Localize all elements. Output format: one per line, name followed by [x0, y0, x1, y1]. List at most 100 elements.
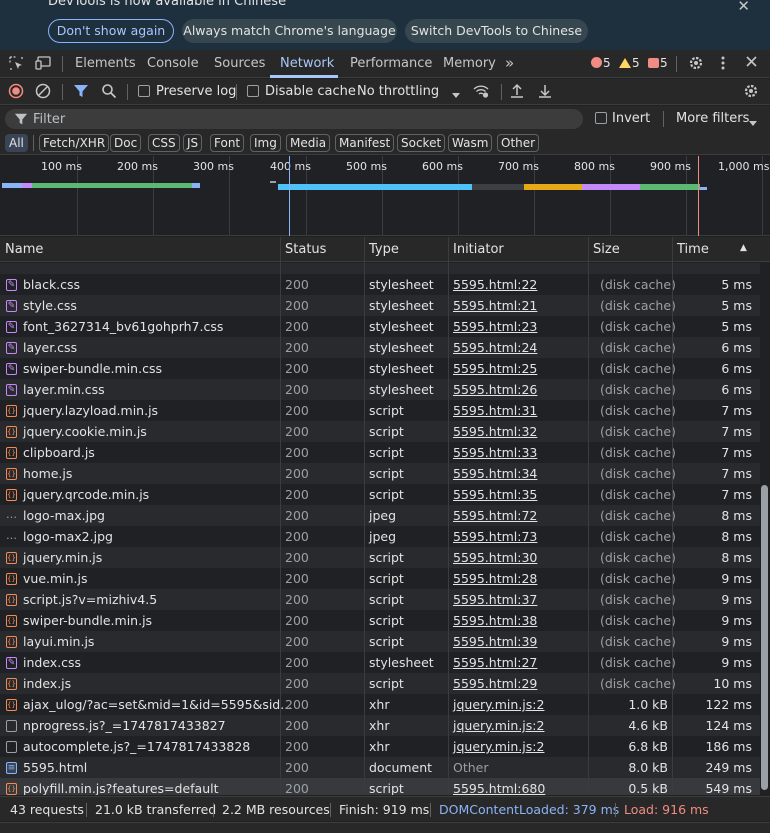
type-filter-all[interactable]: All [5, 134, 28, 152]
clear-log-icon[interactable] [35, 83, 51, 103]
request-initiator[interactable]: 5595.html:34 [453, 466, 537, 481]
sort-ascending-icon[interactable]: ▲ [740, 243, 747, 253]
bottom-drawer-tabbar[interactable] [0, 822, 770, 833]
request-initiator[interactable]: 5595.html:38 [453, 613, 537, 628]
device-toolbar-icon[interactable] [35, 55, 53, 75]
table-row[interactable] [0, 263, 760, 274]
type-filter-media[interactable]: Media [286, 134, 331, 152]
request-initiator[interactable]: 5595.html:30 [453, 550, 537, 565]
column-header-size[interactable]: Size [593, 242, 620, 257]
column-header-time[interactable]: Time [677, 242, 709, 257]
request-initiator[interactable]: jquery.min.js:2 [453, 718, 544, 733]
table-row[interactable]: {} clipboard.js 200 script 5595.html:33 (disk… [0, 442, 760, 463]
issue-count-badge[interactable]: 5 [648, 56, 668, 70]
table-row[interactable]: {} jquery.qrcode.min.js 200 script 5595.html… [0, 484, 760, 505]
request-initiator[interactable]: 5595.html:29 [453, 676, 537, 691]
network-conditions-icon[interactable] [472, 83, 490, 103]
table-row[interactable]: ✎ font_3627314_bv61gohprh7.css 200 styleshe… [0, 316, 760, 337]
close-devtools-icon[interactable] [745, 55, 758, 72]
always-match-language-button[interactable]: Always match Chrome's language [182, 19, 397, 43]
request-initiator[interactable]: 5595.html:32 [453, 424, 537, 439]
table-row[interactable]: {} jquery.min.js 200 script 5595.html:30 (dis… [0, 547, 760, 568]
disable-cache-checkbox[interactable] [247, 85, 259, 97]
column-divider[interactable] [588, 237, 589, 795]
network-overview-timeline[interactable]: 100 ms 200 ms 300 ms 400 ms 500 ms 600 m… [0, 156, 770, 236]
column-header-name[interactable]: Name [5, 242, 43, 257]
type-filter-js[interactable]: JS [183, 134, 203, 152]
request-initiator[interactable]: 5595.html:680 [453, 781, 545, 795]
table-row[interactable]: {} jquery.cookie.min.js 200 script 5595.html… [0, 421, 760, 442]
table-row[interactable]: autocomplete.js?_=1747817433828 200 xhr jqu… [0, 736, 760, 757]
table-row[interactable]: ✎ swiper-bundle.min.css 200 stylesheet 5595.… [0, 358, 760, 379]
request-initiator[interactable]: jquery.min.js:2 [453, 697, 544, 712]
request-initiator[interactable]: 5595.html:25 [453, 361, 537, 376]
column-divider[interactable] [364, 237, 365, 795]
request-initiator[interactable]: 5595.html:22 [453, 277, 537, 292]
more-tabs-icon[interactable]: » [505, 54, 514, 72]
table-row[interactable]: ✎ black.css 200 stylesheet 5595.html:22 (disk… [0, 274, 760, 295]
table-row[interactable]: … logo-max2.jpg 200 jpeg 5595.html:73 (disk c… [0, 526, 760, 547]
table-row[interactable]: {} polyfill.min.js?features=default 200 scr… [0, 778, 760, 795]
type-filter-other[interactable]: Other [497, 134, 540, 152]
inspect-element-icon[interactable] [8, 55, 24, 75]
column-header-status[interactable]: Status [285, 242, 326, 257]
request-initiator[interactable]: 5595.html:27 [453, 655, 537, 670]
request-initiator[interactable]: 5595.html:72 [453, 508, 537, 523]
scrollbar-thumb[interactable] [761, 485, 768, 790]
type-filter-fetch-xhr[interactable]: Fetch/XHR [39, 134, 110, 152]
request-initiator[interactable]: 5595.html:24 [453, 340, 537, 355]
table-row[interactable]: {} jquery.lazyload.min.js 200 script 5595.ht… [0, 400, 760, 421]
settings-gear-icon[interactable] [688, 55, 704, 75]
column-divider[interactable] [672, 237, 673, 795]
switch-to-chinese-button[interactable]: Switch DevTools to Chinese [405, 19, 588, 43]
tab-elements[interactable]: Elements [75, 56, 136, 71]
error-count-badge[interactable]: 5 [591, 56, 611, 70]
table-row[interactable]: ✎ layer.min.css 200 stylesheet 5595.html:26 (… [0, 379, 760, 400]
column-divider[interactable] [280, 237, 281, 795]
warning-count-badge[interactable]: 5 [619, 56, 640, 70]
tab-console[interactable]: Console [147, 56, 199, 71]
column-header-initiator[interactable]: Initiator [453, 242, 504, 257]
type-filter-wasm[interactable]: Wasm [448, 134, 493, 152]
request-initiator[interactable]: 5595.html:35 [453, 487, 537, 502]
request-initiator[interactable]: jquery.min.js:2 [453, 739, 544, 754]
tab-memory[interactable]: Memory [443, 56, 496, 71]
table-scrollbar[interactable] [760, 263, 770, 795]
preserve-log-checkbox[interactable] [138, 85, 150, 97]
request-initiator[interactable]: 5595.html:33 [453, 445, 537, 460]
request-initiator[interactable]: 5595.html:21 [453, 298, 537, 313]
tab-performance[interactable]: Performance [350, 56, 432, 71]
request-initiator[interactable]: 5595.html:39 [453, 634, 537, 649]
table-row[interactable]: {} ajax_ulog/?ac=set&mid=1&id=5595&sid...… [0, 694, 760, 715]
table-row[interactable]: {} index.js 200 script 5595.html:29 (disk cac… [0, 673, 760, 694]
table-row[interactable]: {} vue.min.js 200 script 5595.html:28 (disk c… [0, 568, 760, 589]
type-filter-font[interactable]: Font [210, 134, 245, 152]
table-row[interactable]: {} home.js 200 script 5595.html:34 (disk cach… [0, 463, 760, 484]
more-filters-button[interactable]: More filters [676, 111, 749, 126]
infobar-close-icon[interactable]: ✕ [737, 0, 750, 15]
tab-sources[interactable]: Sources [214, 56, 265, 71]
more-options-icon[interactable] [720, 55, 726, 75]
more-filters-arrow-icon[interactable] [748, 116, 758, 130]
network-settings-gear-icon[interactable] [743, 83, 759, 103]
dont-show-again-button[interactable]: Don't show again [48, 19, 174, 43]
table-row[interactable]: ✎ style.css 200 stylesheet 5595.html:21 (disk… [0, 295, 760, 316]
throttling-dropdown-arrow-icon[interactable] [451, 87, 461, 103]
filter-input[interactable]: Filter [5, 109, 583, 129]
table-row[interactable]: nprogress.js?_=1747817433827 200 xhr jquery… [0, 715, 760, 736]
column-header-type[interactable]: Type [369, 242, 399, 257]
request-initiator[interactable]: 5595.html:37 [453, 592, 537, 607]
table-row[interactable]: {} swiper-bundle.min.js 200 script 5595.html… [0, 610, 760, 631]
type-filter-doc[interactable]: Doc [110, 134, 142, 152]
type-filter-socket[interactable]: Socket [397, 134, 446, 152]
stop-recording-icon[interactable] [8, 83, 24, 103]
column-divider[interactable] [448, 237, 449, 795]
table-row[interactable]: ✎ index.css 200 stylesheet 5595.html:27 (disk… [0, 652, 760, 673]
type-filter-manifest[interactable]: Manifest [335, 134, 395, 152]
import-har-icon[interactable] [510, 83, 524, 103]
table-row[interactable]: ≡ 5595.html 200 document Other 8.0 kB 249 ms [0, 757, 760, 778]
invert-checkbox[interactable] [595, 112, 607, 124]
table-row[interactable]: ✎ layer.css 200 stylesheet 5595.html:24 (disk… [0, 337, 760, 358]
throttling-select[interactable]: No throttling [357, 84, 439, 99]
request-initiator[interactable]: 5595.html:28 [453, 571, 537, 586]
